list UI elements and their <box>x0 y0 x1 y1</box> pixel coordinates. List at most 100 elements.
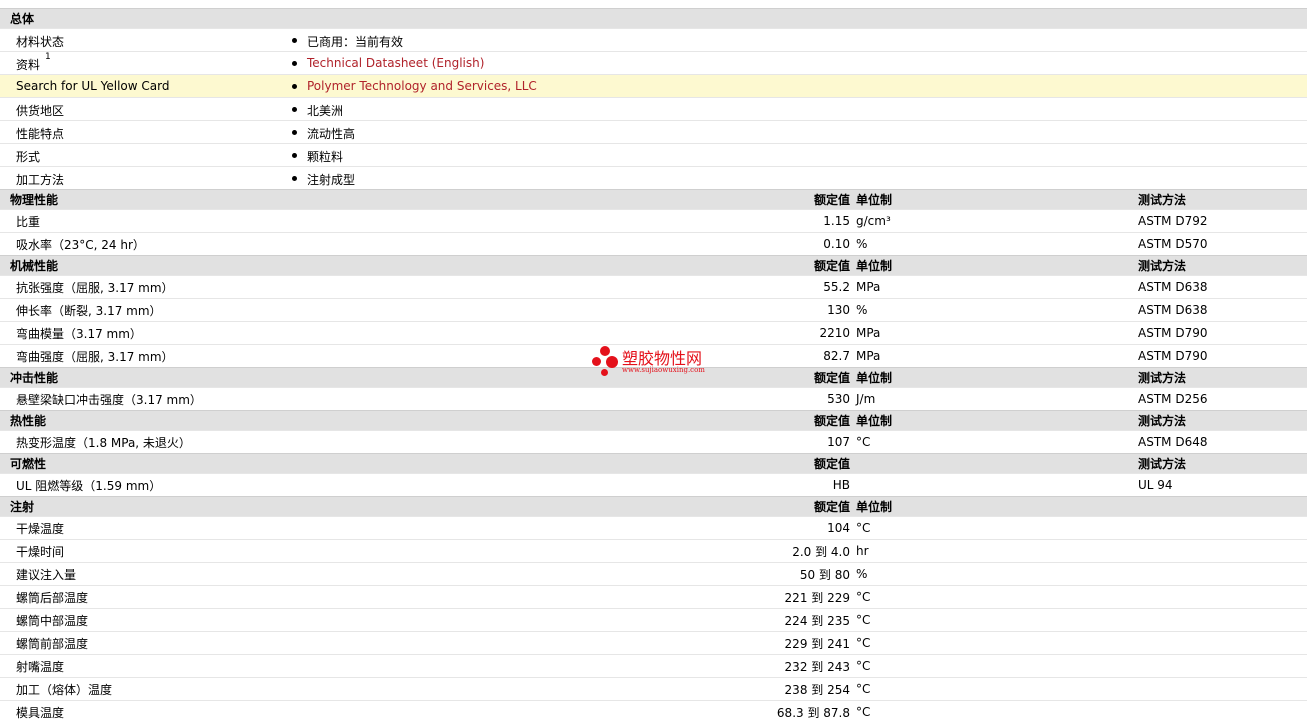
test-method: ASTM D256 <box>1138 392 1208 406</box>
property-row: 螺筒前部温度 229 到 241 °C <box>0 631 1307 655</box>
logo-dot-icon <box>606 356 618 368</box>
property-unit: hr <box>856 544 869 558</box>
property-row: 建议注入量 50 到 80% <box>0 562 1307 586</box>
overview-cell: 加工方法 注射成型 <box>0 167 1307 190</box>
section-title: 热性能 <box>10 414 47 428</box>
property-row: 伸长率（断裂, 3.17 mm） 130% ASTM D638 <box>0 298 1307 322</box>
test-method: ASTM D790 <box>1138 349 1208 363</box>
property-name: 模具温度 <box>16 705 65 720</box>
overview-cell: 性能特点 流动性高 <box>0 121 1307 144</box>
method-column-header: 测试方法 <box>1138 259 1187 273</box>
overview-cell: 资料 1 Technical Datasheet (English) <box>0 52 1307 75</box>
test-method <box>1138 655 1307 678</box>
method-column-header: 测试方法 <box>1138 457 1187 471</box>
test-method <box>1138 586 1307 609</box>
bullet-icon <box>292 38 297 43</box>
property-unit: % <box>856 237 868 251</box>
property-value: 1.15 <box>823 214 850 228</box>
overview-link[interactable]: Polymer Technology and Services, LLC <box>307 79 537 93</box>
property-value: 232 到 243 <box>784 659 850 674</box>
section-title: 总体 <box>10 12 35 26</box>
overview-label: 材料状态 <box>16 35 65 49</box>
unit-column-header: 单位制 <box>856 371 893 385</box>
unit-column-header <box>850 454 1138 474</box>
bullet-icon <box>292 84 297 89</box>
property-unit <box>850 474 1138 497</box>
property-unit: °C <box>856 636 871 650</box>
property-name: 螺筒后部温度 <box>16 590 89 605</box>
property-unit: % <box>856 567 868 581</box>
section-header: 热性能 额定值 单位制 测试方法 <box>0 410 1307 431</box>
property-name: UL 阻燃等级（1.59 mm） <box>16 478 162 493</box>
overview-label: 性能特点 <box>16 127 65 141</box>
property-unit: °C <box>856 705 871 720</box>
property-name: 热变形温度（1.8 MPa, 未退火） <box>16 435 191 450</box>
property-row: 比重 1.15 g/cm³ ASTM D792 <box>0 209 1307 233</box>
overview-cell: Search for UL Yellow Card Polymer Technol… <box>0 75 1307 98</box>
property-name: 干燥时间 <box>16 544 65 559</box>
property-value: 68.3 到 87.8 <box>776 705 850 720</box>
property-value: 530 <box>827 392 850 406</box>
property-unit: °C <box>856 682 871 696</box>
test-method: ASTM D790 <box>1138 326 1208 340</box>
method-column-header: 测试方法 <box>1138 371 1187 385</box>
value-column-header: 额定值 <box>813 371 850 385</box>
overview-row: 性能特点 流动性高 <box>0 120 1307 144</box>
value-column-header: 额定值 <box>813 457 850 471</box>
property-unit: J/m <box>856 392 876 406</box>
property-unit: % <box>856 303 868 317</box>
property-name: 螺筒前部温度 <box>16 636 89 651</box>
property-row: 干燥时间 2.0 到 4.0 hr <box>0 539 1307 563</box>
property-row: 射嘴温度 232 到 243 °C <box>0 654 1307 678</box>
overview-value: 已商用：当前有效 <box>307 35 404 49</box>
overview-cell: 材料状态 已商用：当前有效 <box>0 29 1307 52</box>
section-header: 物理性能 额定值 单位制 测试方法 <box>0 189 1307 210</box>
unit-column-header: 单位制 <box>856 193 893 207</box>
bullet-icon <box>292 130 297 135</box>
section-header: 机械性能 额定值 单位制 测试方法 <box>0 255 1307 276</box>
property-value: 2210 <box>819 326 850 340</box>
section-title: 注射 <box>10 500 35 514</box>
unit-column-header: 单位制 <box>856 259 893 273</box>
value-column-header: 额定值 <box>813 259 850 273</box>
test-method <box>1138 540 1307 563</box>
section-header-overview: 总体 <box>0 8 1307 29</box>
property-value: 107 <box>827 435 850 449</box>
logo-dot-icon <box>601 369 608 376</box>
property-value: HB <box>832 478 850 492</box>
overview-link[interactable]: Technical Datasheet (English) <box>307 56 484 70</box>
property-value: 104 <box>827 521 850 535</box>
property-unit: MPa <box>856 349 881 363</box>
method-column-header: 测试方法 <box>1138 193 1187 207</box>
watermark-url: www.sujiaowuxing.com <box>622 366 705 374</box>
property-value: 229 到 241 <box>784 636 850 651</box>
property-value: 130 <box>827 303 850 317</box>
section-title: 物理性能 <box>10 193 59 207</box>
overview-row: Search for UL Yellow Card Polymer Technol… <box>0 74 1307 98</box>
property-unit: °C <box>856 521 871 535</box>
value-column-header: 额定值 <box>813 414 850 428</box>
property-row: 加工（熔体）温度 238 到 254 °C <box>0 677 1307 701</box>
test-method: ASTM D638 <box>1138 303 1208 317</box>
test-method <box>1138 563 1307 586</box>
property-value: 224 到 235 <box>784 613 850 628</box>
property-unit: °C <box>856 590 871 604</box>
property-value: 82.7 <box>823 349 850 363</box>
overview-value: 流动性高 <box>307 127 356 141</box>
property-name: 建议注入量 <box>16 567 77 582</box>
property-name: 悬壁梁缺口冲击强度（3.17 mm） <box>16 392 202 407</box>
property-row: 抗张强度（屈服, 3.17 mm） 55.2 MPa ASTM D638 <box>0 275 1307 299</box>
test-method <box>1138 517 1307 540</box>
test-method <box>1138 609 1307 632</box>
overview-row: 材料状态 已商用：当前有效 <box>0 28 1307 52</box>
property-row: 吸水率（23°C, 24 hr） 0.10% ASTM D570 <box>0 232 1307 256</box>
property-name: 比重 <box>16 214 41 229</box>
property-row: 模具温度 68.3 到 87.8 °C <box>0 700 1307 724</box>
unit-column-header: 单位制 <box>856 500 893 514</box>
overview-value: 北美洲 <box>307 104 344 118</box>
section-header: 可燃性 额定值 测试方法 <box>0 453 1307 474</box>
property-unit: MPa <box>856 280 881 294</box>
test-method: UL 94 <box>1138 478 1173 492</box>
watermark-logo: 塑胶物性网 www.sujiaowuxing.com <box>592 345 742 381</box>
overview-row: 形式 颗粒料 <box>0 143 1307 167</box>
